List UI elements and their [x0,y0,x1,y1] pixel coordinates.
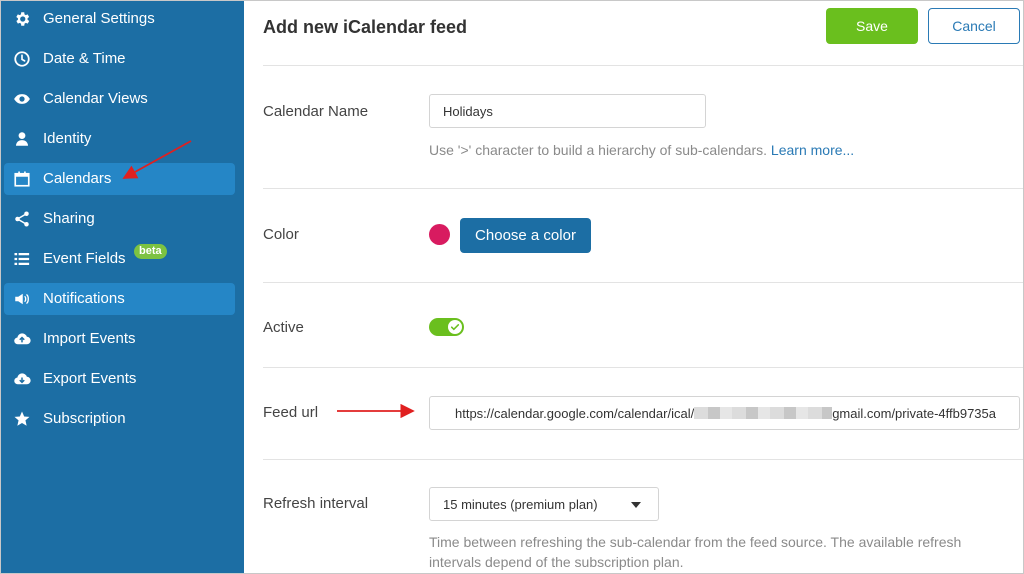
sidebar-item-label: Sharing [43,210,95,227]
check-icon [448,320,462,334]
divider [263,65,1023,66]
color-swatch[interactable] [429,224,450,245]
feed-url-input[interactable]: https://calendar.google.com/calendar/ica… [429,396,1020,430]
calendar-icon [13,170,31,188]
caret-down-icon [631,502,641,508]
sidebar-item-import-events[interactable]: Import Events [4,323,235,355]
color-label: Color [263,226,299,243]
active-toggle[interactable] [429,318,464,336]
divider [263,367,1023,368]
refresh-interval-hint: Time between refreshing the sub-calendar… [429,532,1019,572]
sidebar-item-subscription[interactable]: Subscription [4,403,235,435]
sidebar-item-label: Subscription [43,410,126,427]
choose-color-button[interactable]: Choose a color [460,218,591,253]
refresh-interval-label: Refresh interval [263,495,369,512]
app-window: General Settings Date & Time Calendar Vi… [0,0,1024,574]
sidebar-item-label: Calendar Views [43,90,148,107]
hint-text: Use '>' character to build a hierarchy o… [429,142,768,158]
cancel-button[interactable]: Cancel [928,8,1020,44]
sidebar-item-general-settings[interactable]: General Settings [4,3,235,35]
sidebar-item-label: Import Events [43,330,136,347]
sidebar-item-label: General Settings [43,10,155,27]
sidebar-item-label: Date & Time [43,50,126,67]
cloud-download-icon [13,370,31,388]
gear-icon [13,10,31,28]
megaphone-icon [13,290,31,308]
sidebar-item-label: Notifications [43,290,125,307]
feed-url-label: Feed url [263,404,319,421]
divider [263,459,1023,460]
cloud-upload-icon [13,330,31,348]
hint-line: Time between refreshing the sub-calendar… [429,534,962,550]
sidebar-item-notifications[interactable]: Notifications [4,283,235,315]
main-panel: Add new iCalendar feed Save Cancel Calen… [244,1,1023,573]
sidebar-item-label: Identity [43,130,92,147]
sidebar-item-label: Calendars [43,170,112,187]
clock-icon [13,50,31,68]
sidebar-item-calendar-views[interactable]: Calendar Views [4,83,235,115]
sidebar-item-event-fields[interactable]: Event Fields beta [4,243,235,275]
star-icon [13,410,31,428]
share-icon [13,210,31,228]
hint-line: intervals depend of the subscription pla… [429,554,684,570]
sidebar-item-label: Export Events [43,370,137,387]
calendar-name-label: Calendar Name [263,103,369,120]
eye-icon [13,90,31,108]
sidebar-item-label: Event Fields [43,250,126,267]
beta-badge: beta [134,244,167,259]
list-icon [13,250,31,268]
save-button[interactable]: Save [826,8,918,44]
calendar-name-input[interactable] [429,94,706,128]
divider [263,282,1023,283]
page-title: Add new iCalendar feed [263,17,468,37]
sidebar-item-identity[interactable]: Identity [4,123,235,155]
learn-more-link[interactable]: Learn more... [771,142,854,158]
sidebar: General Settings Date & Time Calendar Vi… [1,1,244,573]
sidebar-item-calendars[interactable]: Calendars [4,163,235,195]
active-label: Active [263,319,304,336]
redacted-text [694,407,833,419]
sidebar-item-export-events[interactable]: Export Events [4,363,235,395]
calendar-name-hint: Use '>' character to build a hierarchy o… [429,140,854,160]
divider [263,188,1023,189]
selected-value: 15 minutes (premium plan) [443,497,598,512]
refresh-interval-select[interactable]: 15 minutes (premium plan) [429,487,659,521]
sidebar-item-sharing[interactable]: Sharing [4,203,235,235]
user-icon [13,130,31,148]
sidebar-item-date-time[interactable]: Date & Time [4,43,235,75]
feed-url-value: https://calendar.google.com/calendar/ica… [455,406,996,421]
